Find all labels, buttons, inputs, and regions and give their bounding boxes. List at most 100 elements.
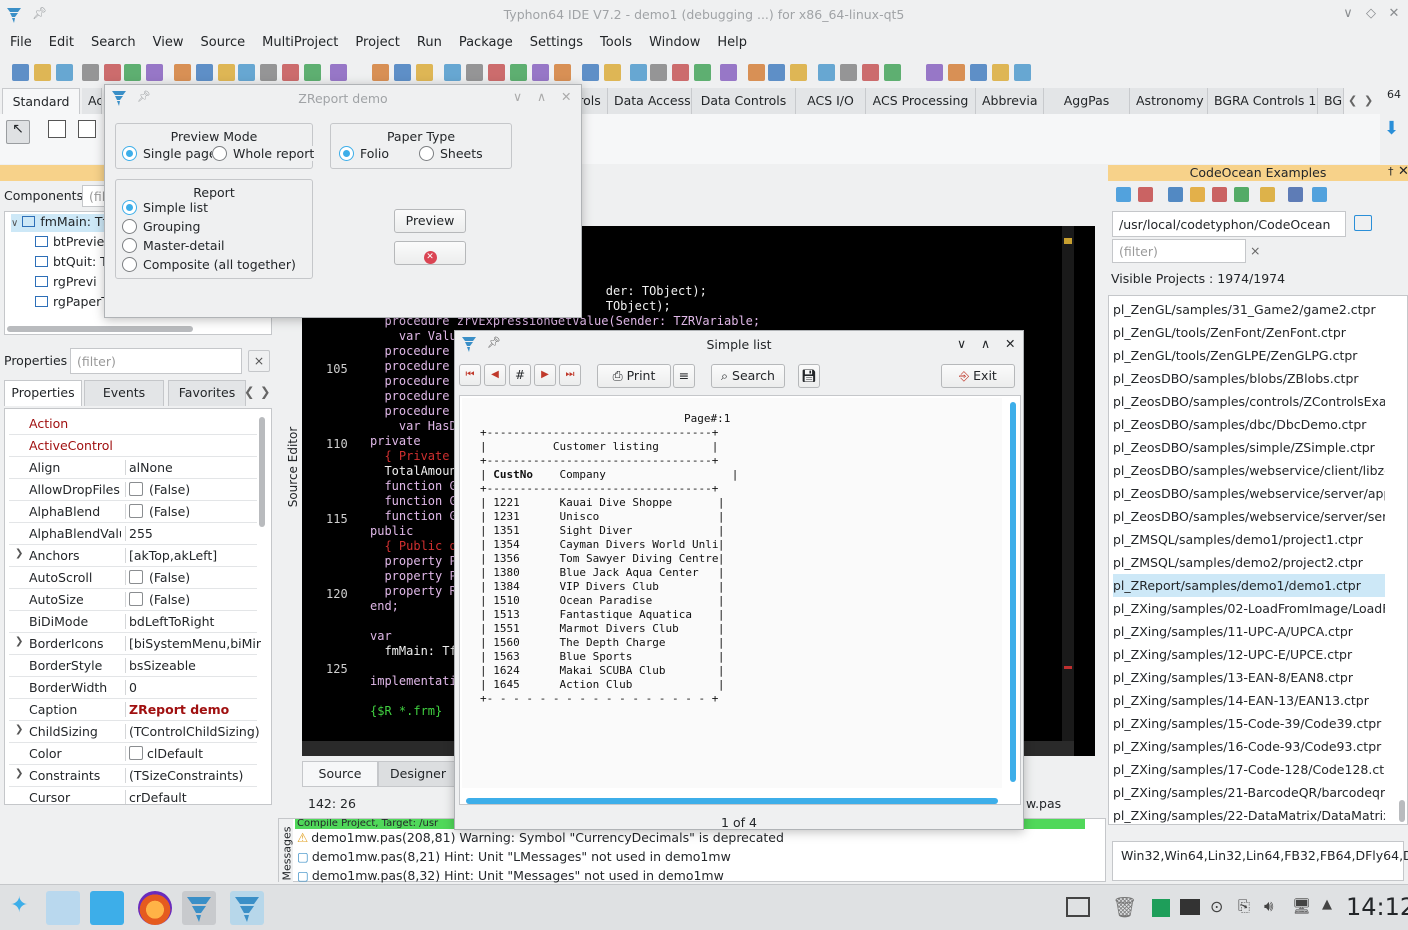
selection-pointer-icon[interactable]: ↖ — [6, 120, 30, 144]
toolbar-tool-icon[interactable] — [748, 64, 765, 81]
component-icon[interactable] — [48, 120, 66, 138]
palette-tab[interactable]: Standard — [2, 88, 80, 114]
toolbar-tool-icon[interactable] — [174, 64, 191, 81]
project-list-scrollbar[interactable] — [1399, 800, 1405, 822]
expand-arrow-icon[interactable]: ∨ — [11, 218, 18, 229]
color-swatch[interactable] — [129, 746, 143, 760]
search-button[interactable]: ⌕ Search — [711, 364, 785, 388]
toolbar-tool-icon[interactable] — [124, 64, 141, 81]
codeocean-tool-icon[interactable] — [1212, 187, 1227, 202]
project-list-item[interactable]: pl_ZXing/samples/12-UPC-E/UPCE.ctpr — [1113, 643, 1385, 666]
project-list-item[interactable]: pl_ZReport/samples/demo1/demo1.ctpr — [1113, 574, 1385, 597]
menu-source[interactable]: Source — [200, 32, 245, 53]
arrow-down-icon[interactable]: ⬇ — [1384, 118, 1399, 139]
project-list-item[interactable]: pl_ZXing/samples/14-EAN-13/EAN13.ctpr — [1113, 689, 1385, 712]
project-list-item[interactable]: pl_ZXing/samples/21-BarcodeQR/barcodeqr.… — [1113, 781, 1385, 804]
toolbar-tool-icon[interactable] — [554, 64, 571, 81]
toolbar-tool-icon[interactable] — [394, 64, 411, 81]
toolbar-tool-icon[interactable] — [862, 64, 879, 81]
menu-search[interactable]: Search — [91, 32, 136, 53]
quit-button[interactable]: ✕ — [394, 241, 466, 265]
source-editor-side-tab[interactable]: Source Editor — [278, 400, 300, 550]
project-list-item[interactable]: pl_ZXing/samples/22-DataMatrix/DataMatri… — [1113, 804, 1385, 824]
toolbar-tool-icon[interactable] — [604, 64, 621, 81]
codeocean-tool-icon[interactable] — [1234, 187, 1249, 202]
property-row[interactable]: ❯ ChildSizing (TControlChildSizing) — [9, 721, 260, 743]
toolbar-tool-icon[interactable] — [992, 64, 1009, 81]
palette-tab[interactable]: BGRA Controls 1 — [1208, 88, 1318, 114]
menu-settings[interactable]: Settings — [530, 32, 583, 53]
project-list-item[interactable]: pl_ZeosDBO/samples/simple/ZSimple.ctpr — [1113, 436, 1385, 459]
message-line[interactable]: ▢ demo1mw.pas(8,21) Hint: Unit "LMessages… — [297, 849, 731, 864]
report-vscrollbar[interactable] — [1010, 402, 1016, 782]
property-row[interactable]: AutoScroll (False) — [9, 567, 257, 589]
property-row[interactable]: BorderWidth 0 — [9, 677, 257, 699]
message-line[interactable]: ⚠ demo1mw.pas(208,81) Warning: Symbol "Cu… — [297, 830, 784, 845]
palette-tab[interactable]: Data Controls — [692, 88, 796, 114]
property-row[interactable]: AlphaBlend (False) — [9, 501, 257, 523]
checkbox[interactable] — [129, 570, 143, 584]
codeocean-tool-icon[interactable] — [1168, 187, 1183, 202]
codeocean-path-input[interactable]: /usr/local/codetyphon/CodeOcean — [1112, 211, 1346, 237]
app-launcher-icon[interactable]: ✦ — [10, 893, 28, 918]
expand-arrow-icon[interactable]: ❯ — [15, 548, 23, 559]
project-list-item[interactable]: pl_ZeosDBO/samples/webservice/client/lib… — [1113, 459, 1385, 482]
radio-folio[interactable]: Folio — [339, 146, 389, 161]
tab-source[interactable]: Source — [302, 761, 378, 787]
preview-button[interactable]: Preview — [394, 209, 466, 233]
kate-icon[interactable] — [1152, 899, 1170, 917]
menu-file[interactable]: File — [10, 32, 32, 53]
toolbar-tool-icon[interactable] — [720, 64, 737, 81]
property-row[interactable]: BorderStyle bsSizeable — [9, 655, 257, 677]
inspector-tab[interactable]: Properties — [4, 380, 82, 406]
radio-dot[interactable] — [122, 238, 137, 253]
inspector-tab[interactable]: Events — [84, 380, 164, 406]
project-list-item[interactable]: pl_ZXing/samples/02-LoadFromImage/LoadFr… — [1113, 597, 1385, 620]
project-list-item[interactable]: pl_ZenGL/tools/ZenGLPE/ZenGLPG.ctpr — [1113, 344, 1385, 367]
menu-window[interactable]: Window — [649, 32, 700, 53]
palette-tab[interactable]: BG — [1318, 88, 1344, 114]
properties-filter[interactable]: (filter) — [70, 348, 242, 374]
codeocean-filter[interactable]: (filter) — [1112, 239, 1246, 263]
project-list-item[interactable]: pl_ZXing/samples/16-Code-93/Code93.ctpr — [1113, 735, 1385, 758]
toolbar-tool-icon[interactable] — [104, 64, 121, 81]
toolbar-tool-icon[interactable] — [488, 64, 505, 81]
palette-scroll-left-icon[interactable]: ❮ — [1348, 94, 1357, 107]
folder-icon[interactable] — [1354, 215, 1372, 231]
property-value[interactable]: bdLeftToRight — [125, 614, 261, 629]
checkbox[interactable] — [129, 592, 143, 606]
toolbar-tool-icon[interactable] — [948, 64, 965, 81]
toolbar-tool-icon[interactable] — [466, 64, 483, 81]
toolbar-tool-icon[interactable] — [238, 64, 255, 81]
save-button[interactable]: 💾︎ — [798, 364, 820, 388]
property-value[interactable]: (False) — [125, 592, 261, 607]
toolbar-tool-icon[interactable] — [282, 64, 299, 81]
project-list-item[interactable]: pl_ZenGL/samples/31_Game2/game2.ctpr — [1113, 298, 1385, 321]
palette-scroll-right-icon[interactable]: ❯ — [1364, 94, 1373, 107]
property-value[interactable]: [akTop,akLeft] — [125, 548, 261, 563]
network-icon[interactable]: 🖥︎ — [1292, 897, 1311, 915]
codeocean-tool-icon[interactable] — [1138, 187, 1153, 202]
toolbar-tool-icon[interactable] — [372, 64, 389, 81]
clear-filter-icon[interactable]: ⨯ — [248, 350, 270, 372]
property-value[interactable]: bsSizeable — [125, 658, 261, 673]
property-row[interactable]: ❯ Constraints (TSizeConstraints) — [9, 765, 257, 787]
toolbar-tool-icon[interactable] — [218, 64, 235, 81]
desktop-pager-icon[interactable] — [46, 891, 80, 925]
toolbar-tool-icon[interactable] — [82, 64, 99, 81]
print-button[interactable]: ⎙ Print — [597, 364, 671, 388]
property-value[interactable]: ZReport demo — [125, 702, 261, 717]
tab-designer[interactable]: Designer — [378, 761, 458, 787]
toolbar-tool-icon[interactable] — [840, 64, 857, 81]
toolbar-tool-icon[interactable] — [532, 64, 549, 81]
clipboard-icon[interactable]: ⎘ — [1238, 897, 1250, 915]
menu-multiproject[interactable]: MultiProject — [262, 32, 338, 53]
minimize-button[interactable]: ∨ — [957, 336, 966, 351]
project-list-item[interactable]: pl_ZXing/samples/13-EAN-8/EAN8.ctpr — [1113, 666, 1385, 689]
expand-arrow-icon[interactable]: ❯ — [15, 724, 23, 735]
property-row[interactable]: Color clDefault — [9, 743, 257, 765]
toolbar-tool-icon[interactable] — [630, 64, 647, 81]
editor-vscrollbar[interactable] — [1062, 226, 1074, 741]
menu-edit[interactable]: Edit — [49, 32, 74, 53]
toolbar-tool-icon[interactable] — [510, 64, 527, 81]
